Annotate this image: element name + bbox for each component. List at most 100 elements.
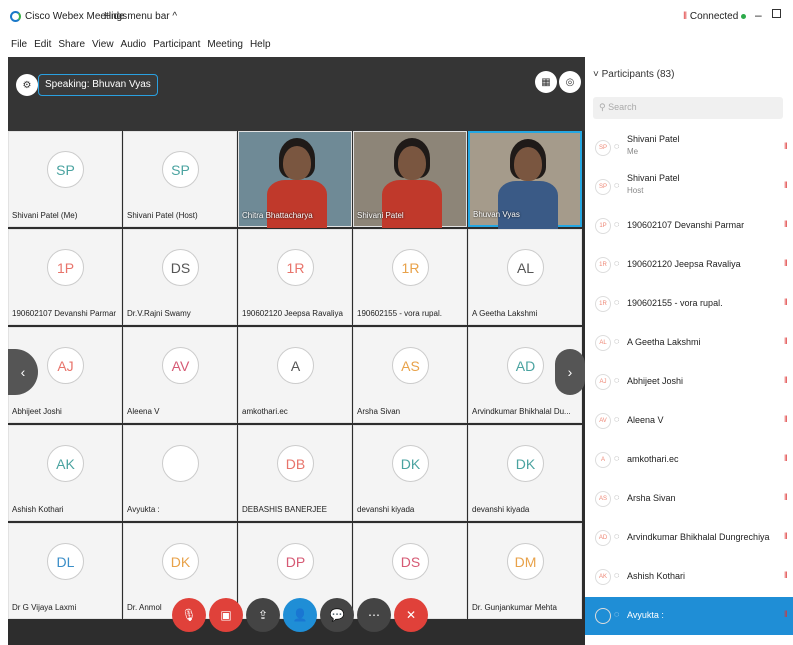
mic-muted-icon[interactable]: ǁ [784, 492, 788, 502]
participant-tile[interactable]: SP Shivani Patel (Host) [123, 131, 237, 227]
more-options-button[interactable]: ⋯ [357, 598, 391, 632]
hide-menu-bar-button[interactable]: Hide menu bar ^ [104, 11, 177, 22]
share-button[interactable]: ⇪ [246, 598, 280, 632]
participant-name: 190602107 Devanshi Parmar [12, 309, 117, 318]
participant-list-name: amkothari.ec [627, 454, 679, 464]
participant-name: Dr G Vijaya Laxmi [12, 603, 77, 612]
mic-muted-icon[interactable]: ǁ [784, 180, 788, 190]
participant-tile[interactable]: AK Ashish Kothari [8, 425, 122, 521]
menu-item-participant[interactable]: Participant [153, 39, 200, 50]
participant-tile[interactable]: SP Shivani Patel (Me) [8, 131, 122, 227]
stage-top-bar: ⚙ Speaking: Bhuvan Vyas ▦ ◎ [8, 57, 585, 131]
participant-tile[interactable]: AL A Geetha Lakshmi [468, 229, 582, 325]
participant-list-item[interactable]: AV ◌ Aleena V ǁ [585, 402, 793, 440]
participant-list-item[interactable]: AD ◌ Arvindkumar Bhikhalal Dungrechiya ǁ [585, 519, 793, 557]
participant-name: amkothari.ec [242, 407, 288, 416]
connected-label: Connected [689, 11, 739, 22]
participant-list-name: Avyukta : [627, 610, 664, 620]
avatar: SP [162, 151, 199, 188]
participant-search-input[interactable]: ⚲ Search [593, 97, 783, 119]
participant-name: Arsha Sivan [357, 407, 401, 416]
menu-item-meeting[interactable]: Meeting [207, 39, 243, 50]
participant-tile[interactable]: 1P 190602107 Devanshi Parmar [8, 229, 122, 325]
participant-list-item[interactable]: ◌ Avyukta : ǁ [585, 597, 793, 635]
avatar: SP [47, 151, 84, 188]
chat-button[interactable]: 💬 [320, 598, 354, 632]
menu-item-share[interactable]: Share [58, 39, 85, 50]
mic-muted-icon[interactable]: ǁ [784, 297, 788, 307]
participant-tile[interactable]: DK devanshi kiyada [468, 425, 582, 521]
lock-icon[interactable]: ◎ [559, 71, 581, 93]
avatar [162, 445, 199, 482]
participant-list-item[interactable]: SP ◌ Shivani Patel Host ǁ [585, 168, 793, 206]
minimize-button[interactable]: – [755, 8, 762, 22]
mic-muted-icon[interactable]: ǁ [784, 570, 788, 580]
participants-button[interactable]: 👤 [283, 598, 317, 632]
avatar: 1R [392, 249, 429, 286]
participant-tile[interactable]: DB DEBASHIS BANERJEE [238, 425, 352, 521]
mic-muted-icon[interactable]: ǁ [784, 219, 788, 229]
participant-list-item[interactable]: A ◌ amkothari.ec ǁ [585, 441, 793, 479]
avatar: AD [595, 530, 611, 546]
mute-button[interactable]: 🎙 [172, 598, 206, 632]
mic-muted-icon[interactable]: ǁ [784, 531, 788, 541]
avatar: DK [162, 543, 199, 580]
participant-list-item[interactable]: AL ◌ A Geetha Lakshmi ǁ [585, 324, 793, 362]
menu-item-help[interactable]: Help [250, 39, 271, 50]
avatar: 1P [595, 218, 611, 234]
participants-header[interactable]: ˅ Participants (83) [593, 69, 674, 80]
participant-tile[interactable]: DK devanshi kiyada [353, 425, 467, 521]
avatar: DK [507, 445, 544, 482]
mic-muted-icon[interactable]: ǁ [784, 258, 788, 268]
participant-name: Avyukta : [127, 505, 160, 514]
connection-status[interactable]: ǁ Connected [683, 11, 747, 22]
participant-tile[interactable]: AS Arsha Sivan [353, 327, 467, 423]
participant-tile[interactable]: DL Dr G Vijaya Laxmi [8, 523, 122, 619]
layout-grid-icon[interactable]: ▦ [535, 71, 557, 93]
participant-tile[interactable]: 1R 190602155 - vora rupal. [353, 229, 467, 325]
avatar: AK [595, 569, 611, 585]
menu-item-edit[interactable]: Edit [34, 39, 51, 50]
menu-item-view[interactable]: View [92, 39, 114, 50]
participant-list-item[interactable]: 1P ◌ 190602107 Devanshi Parmar ǁ [585, 207, 793, 245]
participant-tile[interactable]: Chitra Bhattacharya [238, 131, 352, 228]
participant-list-name: Aleena V [627, 415, 664, 425]
participant-list-item[interactable]: AK ◌ Ashish Kothari ǁ [585, 558, 793, 596]
stop-video-button[interactable]: ▣ [209, 598, 243, 632]
mic-muted-icon[interactable]: ǁ [784, 453, 788, 463]
avatar: DM [507, 543, 544, 580]
participant-list-item[interactable]: SP ◌ Shivani Patel Me ǁ [585, 129, 793, 167]
participant-tile[interactable]: DM Dr. Gunjankumar Mehta [468, 523, 582, 619]
avatar: DP [277, 543, 314, 580]
person-body [267, 180, 327, 228]
audio-icon: ◌ [614, 375, 620, 385]
leave-meeting-button[interactable]: ✕ [394, 598, 428, 632]
participant-list-name: 190602107 Devanshi Parmar [627, 220, 745, 230]
menu-item-file[interactable]: File [11, 39, 27, 50]
audio-icon: ◌ [614, 297, 620, 307]
mic-muted-icon[interactable]: ǁ [784, 375, 788, 385]
video-stage: ⚙ Speaking: Bhuvan Vyas ▦ ◎ SP Shivani Pa… [8, 57, 585, 645]
mic-muted-icon[interactable]: ǁ [784, 414, 788, 424]
participant-tile[interactable]: Bhuvan Vyas [468, 131, 582, 229]
participant-list-item[interactable]: AS ◌ Arsha Sivan ǁ [585, 480, 793, 518]
participant-tile[interactable]: AV Aleena V [123, 327, 237, 423]
participant-tile[interactable]: Shivani Patel [353, 131, 467, 228]
search-icon: ⚲ [599, 102, 609, 112]
participant-tile[interactable]: Aamkothari.ec [238, 327, 352, 423]
participant-list-item[interactable]: 1R ◌ 190602120 Jeepsa Ravaliya ǁ [585, 246, 793, 284]
participant-tile[interactable]: DS Dr.V.Rajni Swamy [123, 229, 237, 325]
menu-item-audio[interactable]: Audio [121, 39, 147, 50]
next-page-button[interactable]: › [555, 349, 585, 395]
maximize-button[interactable] [772, 9, 781, 18]
mic-muted-icon[interactable]: ǁ [784, 336, 788, 346]
participant-tile[interactable]: Avyukta : [123, 425, 237, 521]
participant-list-item[interactable]: AJ ◌ Abhijeet Joshi ǁ [585, 363, 793, 401]
participant-list-name: Arsha Sivan [627, 493, 676, 503]
settings-icon[interactable]: ⚙ [16, 74, 38, 96]
participant-tile[interactable]: 1R 190602120 Jeepsa Ravaliya [238, 229, 352, 325]
mic-muted-icon[interactable]: ǁ [784, 141, 788, 151]
mic-muted-icon[interactable]: ǁ [784, 609, 788, 619]
participant-list-item[interactable]: 1R ◌ 190602155 - vora rupal. ǁ [585, 285, 793, 323]
participant-list-name: 190602155 - vora rupal. [627, 298, 723, 308]
